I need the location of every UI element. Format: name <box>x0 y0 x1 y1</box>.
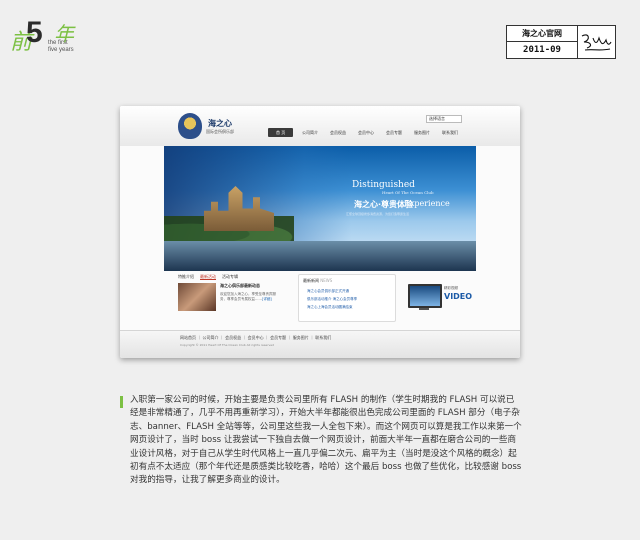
footer-copyright: Copyright © 2011 Heart Of The Ocean Club… <box>180 343 275 347</box>
nav-item-home[interactable]: 首 页 <box>268 128 294 137</box>
site-subtitle: 国际会所俱乐部 <box>206 129 234 134</box>
news-title[interactable]: 海之心俱乐部最新动态 <box>220 283 260 289</box>
news-desc: 欢迎您加入海之心，享受至尊贵宾服务，尊享会员专属权益……[详细] <box>220 292 282 302</box>
list-item[interactable]: 海之心上海会员活动圆满结束 <box>307 305 353 310</box>
signature-icon <box>581 34 612 51</box>
nav-item-rights[interactable]: 会员权益 <box>330 128 346 137</box>
accent-bar <box>120 396 123 408</box>
nav-item-member[interactable]: 会员中心 <box>358 128 374 137</box>
brand-subtitle: the first five years <box>48 40 74 53</box>
tab-featured[interactable]: 特推介绍 <box>178 274 194 280</box>
tab-album[interactable]: 活动专辑 <box>222 274 238 280</box>
site-footer: 网站首页 ｜ 公司简介 ｜ 会员权益 ｜ 会员中心 ｜ 会员专题 ｜ 服务图片 … <box>120 330 520 358</box>
video-link[interactable]: 精彩视频 VIDEO <box>408 282 472 312</box>
latest-news-box: 最新新闻 NEWS 海之心会员俱乐部正式开通 俱乐部活动推介 海之心会员尊享 海… <box>298 274 396 322</box>
site-title: 海之心 <box>208 119 232 128</box>
banner-title: Distinguished <box>352 180 415 190</box>
news-thumbnail[interactable] <box>178 283 216 311</box>
stamp-info: 海之心官网 2011-09 <box>507 26 578 58</box>
monitor-stand <box>419 308 429 310</box>
nav-item-topics[interactable]: 会员专题 <box>386 128 402 137</box>
hero-banner[interactable]: Distinguished Heart Of The Ocean Club 海之… <box>164 146 476 271</box>
language-select[interactable]: 选择语言 <box>426 115 462 123</box>
banner-en-text: Experience <box>404 199 450 208</box>
nav-item-contact[interactable]: 联系我们 <box>442 128 458 137</box>
banner-line: 汇聚全球顶级奢侈消费资源，为您打造尊贵生活 <box>346 212 410 216</box>
monitor-icon <box>408 284 442 308</box>
list-item[interactable]: 俱乐部活动推介 海之心会员尊享 <box>307 297 357 302</box>
stamp-date: 2011-09 <box>523 45 561 55</box>
banner-pager[interactable] <box>312 264 327 271</box>
brand-number: 5 <box>26 16 43 49</box>
tab-latest-activity[interactable]: 最新活动 <box>200 274 216 280</box>
banner-subtitle: Heart Of The Ocean Club <box>382 190 434 195</box>
project-description: 入职第一家公司的时候，开始主要是负责公司里所有 FLASH 的制作（学生时期我的… <box>130 395 522 486</box>
video-word: VIDEO <box>444 292 473 301</box>
footer-links[interactable]: 网站首页 ｜ 公司简介 ｜ 会员权益 ｜ 会员中心 ｜ 会员专题 ｜ 服务图片 … <box>180 335 331 341</box>
nav-item-about[interactable]: 公司简介 <box>302 128 318 137</box>
list-item[interactable]: 海之心会员俱乐部正式开通 <box>307 289 349 294</box>
latest-news-heading-cn: 最新新闻 <box>303 278 319 283</box>
nav-item-photos[interactable]: 服务图片 <box>414 128 430 137</box>
latest-news-heading: 最新新闻 NEWS <box>303 278 332 284</box>
news-more-link[interactable]: [详细] <box>262 297 272 301</box>
project-stamp: 海之心官网 2011-09 <box>506 25 616 59</box>
stamp-title: 海之心官网 <box>507 26 577 42</box>
website-mockup: 海之心 国际会所俱乐部 选择语言 首 页 公司简介 会员权益 会员中心 会员专题… <box>120 106 520 358</box>
brand-logo: 前 5 年 the first five years <box>10 18 80 58</box>
crest-logo-icon <box>178 113 202 139</box>
site-header: 海之心 国际会所俱乐部 选择语言 首 页 公司简介 会员权益 会员中心 会员专题… <box>120 106 520 146</box>
content-area: 特推介绍 最新活动 活动专辑 海之心俱乐部最新动态 欢迎您加入海之心，享受至尊贵… <box>176 274 472 330</box>
latest-news-heading-en: NEWS <box>320 278 333 283</box>
video-label: 精彩视频 <box>444 286 458 290</box>
